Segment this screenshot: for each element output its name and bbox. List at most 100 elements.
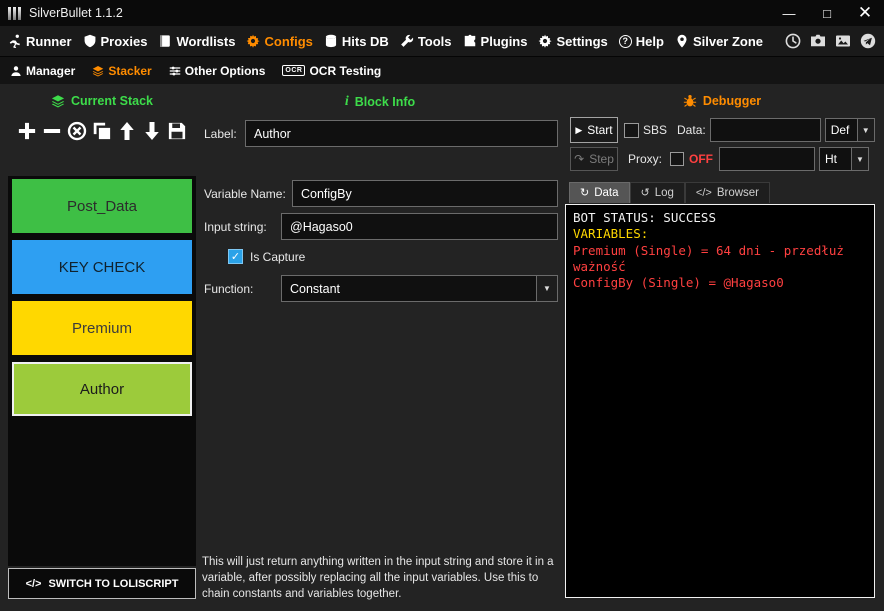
data-input[interactable]	[710, 118, 821, 142]
label-caption: Label:	[204, 127, 245, 141]
remove-block-button[interactable]	[42, 121, 62, 141]
menu-label: Tools	[418, 34, 452, 49]
proxy-type-dropdown[interactable]: Ht ▼	[819, 147, 869, 171]
menu-item-proxies[interactable]: Proxies	[83, 34, 148, 49]
block-info-title: Block Info	[355, 95, 415, 109]
submenu-item-ocr-testing[interactable]: OCROCR Testing	[282, 64, 381, 78]
input-string-input[interactable]	[281, 213, 558, 240]
is-capture-row: ✓ Is Capture	[228, 249, 558, 264]
layers-icon	[51, 94, 65, 108]
debug-output[interactable]: BOT STATUS: SUCCESS VARIABLES: Premium (…	[565, 204, 875, 598]
step-label: Step	[589, 152, 614, 166]
tab-browser[interactable]: </> Browser	[685, 182, 770, 203]
check-icon: ✓	[231, 250, 240, 263]
runner-icon	[8, 34, 22, 48]
data-label: Data:	[677, 123, 706, 137]
refresh-icon: ↻	[580, 186, 589, 199]
info-icon: i	[345, 94, 349, 110]
sbs-checkbox[interactable]	[624, 123, 639, 138]
wordlist-type-value: Def	[826, 123, 857, 137]
menu-label: Runner	[26, 34, 72, 49]
stack-block-post-data[interactable]: Post_Data	[12, 179, 192, 233]
menu-item-help[interactable]: ?Help	[619, 34, 664, 49]
input-string-caption: Input string:	[204, 220, 281, 234]
location-pin-icon	[675, 34, 689, 48]
camera-icon[interactable]	[810, 33, 826, 49]
move-down-button[interactable]	[142, 121, 162, 141]
variable-name-input[interactable]	[292, 180, 558, 207]
is-capture-label: Is Capture	[250, 250, 305, 264]
disable-block-button[interactable]	[67, 121, 87, 141]
move-up-button[interactable]	[117, 121, 137, 141]
menu-item-hits-db[interactable]: Hits DB	[324, 34, 389, 49]
stack-block-key-check[interactable]: KEY CHECK	[12, 240, 192, 294]
stack-panel: Post_Data KEY CHECK Premium Author	[8, 176, 196, 566]
function-dropdown[interactable]: Constant ▼	[281, 275, 558, 302]
ocr-icon: OCR	[282, 65, 305, 76]
stack-block-label: KEY CHECK	[59, 259, 145, 276]
tab-data[interactable]: ↻ Data	[569, 182, 630, 203]
save-config-button[interactable]	[167, 121, 187, 141]
close-button[interactable]: ✕	[846, 0, 884, 26]
history-icon: ↺	[641, 186, 650, 199]
submenu-label: Manager	[26, 64, 75, 78]
menu-item-silver-zone[interactable]: Silver Zone	[675, 34, 763, 49]
debugger-row-1: ▶ Start SBS Data: Def ▼	[564, 117, 880, 143]
start-button[interactable]: ▶ Start	[570, 117, 618, 143]
menu-item-tools[interactable]: Tools	[400, 34, 452, 49]
step-button[interactable]: ↷ Step	[570, 147, 618, 171]
menu-item-settings[interactable]: Settings	[538, 34, 607, 49]
main-menubar: Runner Proxies Wordlists Configs Hits DB…	[0, 26, 884, 56]
submenu-item-manager[interactable]: Manager	[10, 64, 75, 78]
label-input[interactable]	[245, 120, 558, 147]
layers-icon	[92, 65, 104, 77]
duplicate-block-button[interactable]	[92, 121, 112, 141]
window-controls: — □ ✕	[770, 0, 884, 26]
configs-submenu: Manager Stacker Other Options OCROCR Tes…	[0, 56, 884, 84]
code-icon: </>	[696, 187, 712, 199]
stack-block-label: Author	[80, 381, 124, 398]
stack-block-premium[interactable]: Premium	[12, 301, 192, 355]
switch-button-label: SWITCH TO LOLISCRIPT	[48, 578, 178, 590]
screenshot-icon[interactable]	[835, 33, 851, 49]
menu-item-runner[interactable]: Runner	[8, 34, 72, 49]
tab-label: Log	[655, 187, 674, 199]
menu-item-configs[interactable]: Configs	[246, 34, 312, 49]
debugger-row-2: ↷ Step Proxy: OFF Ht ▼	[564, 147, 880, 171]
menu-label: Hits DB	[342, 34, 389, 49]
add-block-button[interactable]	[17, 121, 37, 141]
proxy-input[interactable]	[719, 147, 815, 171]
person-icon	[10, 65, 22, 77]
gear-icon	[246, 34, 260, 48]
proxy-checkbox[interactable]	[670, 152, 684, 166]
wordlist-type-dropdown[interactable]: Def ▼	[825, 118, 875, 142]
debug-output-line: VARIABLES:	[573, 226, 867, 242]
stack-block-author[interactable]: Author	[12, 362, 192, 416]
tab-label: Data	[594, 187, 618, 199]
wrench-icon	[400, 34, 414, 48]
telegram-icon[interactable]	[860, 33, 876, 49]
tab-log[interactable]: ↺ Log	[630, 182, 685, 203]
history-icon[interactable]	[785, 33, 801, 49]
stack-block-label: Post_Data	[67, 198, 137, 215]
menu-label: Silver Zone	[693, 34, 763, 49]
current-stack-title: Current Stack	[71, 94, 153, 108]
submenu-item-other-options[interactable]: Other Options	[169, 64, 266, 78]
stack-toolbar	[8, 115, 196, 147]
switch-to-loliscript-button[interactable]: </> SWITCH TO LOLISCRIPT	[8, 568, 196, 599]
menu-item-wordlists[interactable]: Wordlists	[158, 34, 235, 49]
book-icon	[158, 34, 172, 48]
chevron-down-icon: ▼	[851, 148, 868, 170]
tab-label: Browser	[717, 187, 759, 199]
menu-label: Wordlists	[176, 34, 235, 49]
window-title: SilverBullet 1.1.2	[29, 6, 123, 20]
is-capture-checkbox[interactable]: ✓	[228, 249, 243, 264]
menu-label: Configs	[264, 34, 312, 49]
submenu-item-stacker[interactable]: Stacker	[92, 64, 151, 78]
app-icon	[8, 6, 21, 20]
maximize-button[interactable]: □	[808, 0, 846, 26]
menu-item-plugins[interactable]: Plugins	[463, 34, 528, 49]
block-description: This will just return anything written i…	[202, 554, 562, 602]
chevron-down-icon: ▼	[857, 119, 874, 141]
minimize-button[interactable]: —	[770, 0, 808, 26]
